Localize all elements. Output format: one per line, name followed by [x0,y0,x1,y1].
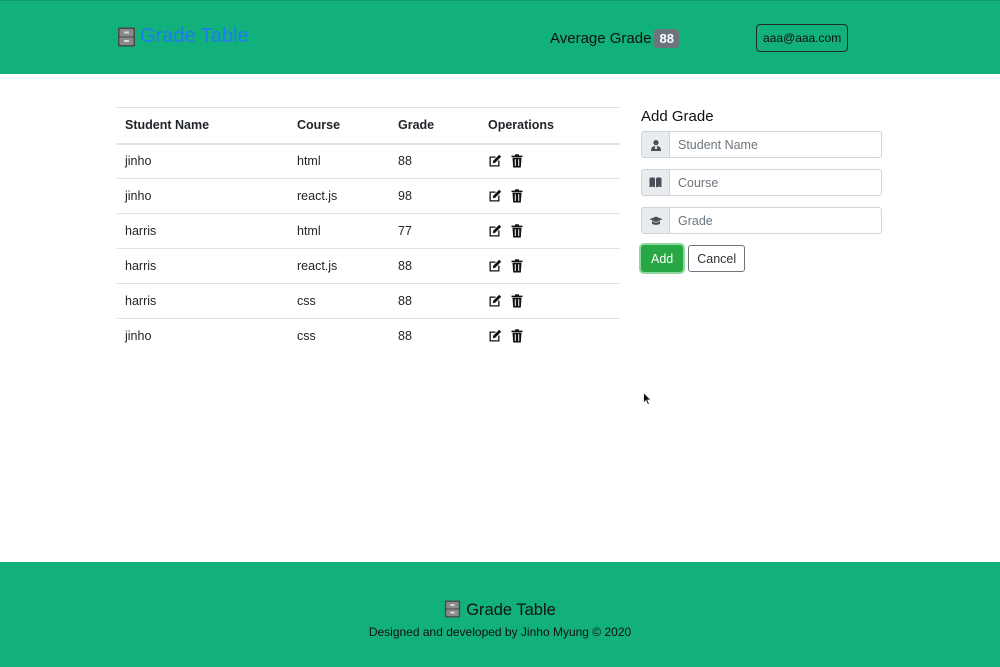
cell-course: html [297,154,321,169]
row-operations [488,329,620,343]
student-name-input[interactable] [669,131,882,158]
row-operations [488,189,620,203]
mouse-pointer-icon [643,392,652,406]
table-row: harris html 77 [117,214,620,249]
add-button[interactable]: Add [641,245,684,272]
trash-icon[interactable] [511,259,525,273]
edit-icon[interactable] [488,224,502,238]
cell-operations [480,249,620,284]
cell-operations [480,284,620,319]
form-actions: Add Cancel [641,245,882,272]
footer: Grade Table Designed and developed by Ji… [0,562,1000,667]
footer-title: Grade Table [466,600,556,619]
edit-icon[interactable] [488,294,502,308]
row-operations [488,294,620,308]
cell-grade: 98 [398,189,412,203]
table-row: jinho react.js 98 [117,179,620,214]
student-icon [641,131,669,158]
row-operations [488,259,620,273]
course-group [641,169,882,196]
brand[interactable]: Grade Table [117,25,249,48]
cancel-button[interactable]: Cancel [688,245,746,272]
cell-course: html [297,224,321,238]
average-grade: Average Grade 88 [550,29,679,48]
table-body: jinho html 88 jinho react.js 98 harris html 77 ha… [117,144,620,354]
edit-icon[interactable] [488,154,502,168]
footer-credit: Designed and developed by Jinho Myung © … [368,625,632,639]
top-navbar: Grade Table Average Grade 88 aaa@aaa.com [0,0,1000,74]
graduation-cap-icon [641,207,669,234]
average-grade-badge: 88 [654,29,679,48]
cell-student-name: harris [125,294,157,308]
trash-icon[interactable] [511,329,525,343]
cell-grade: 88 [398,154,412,169]
trash-icon[interactable] [511,189,525,203]
trash-icon[interactable] [511,154,525,168]
book-icon [641,169,669,196]
column-header-operations: Operations [488,118,554,133]
cell-grade: 88 [398,294,412,308]
column-header-student-name: Student Name [125,118,210,133]
cell-student-name: jinho [125,189,152,203]
student-name-group [641,131,882,158]
cell-course: react.js [297,259,338,273]
cell-course: react.js [297,189,338,203]
cell-operations [480,179,620,214]
row-operations [488,224,620,238]
cell-student-name: harris [125,259,157,273]
cell-operations [480,144,620,179]
grade-table: Student Name Course Grade Operations jin… [117,107,620,354]
file-cabinet-icon [444,600,463,620]
cell-operations [480,319,620,354]
cell-course: css [297,294,316,308]
cell-student-name: harris [125,224,157,238]
grade-table-container: Student Name Course Grade Operations jin… [117,107,620,354]
cell-grade: 77 [398,224,412,238]
cell-course: css [297,329,316,344]
file-cabinet-icon [117,27,136,47]
edit-icon[interactable] [488,259,502,273]
row-operations [488,154,620,168]
trash-icon[interactable] [511,224,525,238]
cell-student-name: jinho [125,154,152,169]
table-row: jinho html 88 [117,144,620,179]
course-input[interactable] [669,169,882,196]
form-title: Add Grade [641,108,714,125]
edit-icon[interactable] [488,329,502,343]
grade-input[interactable] [669,207,882,234]
table-row: harris css 88 [117,284,620,319]
edit-icon[interactable] [488,189,502,203]
cell-student-name: jinho [125,329,152,344]
table-row: jinho css 88 [117,319,620,354]
table-row: harris react.js 88 [117,249,620,284]
grade-group [641,207,882,234]
column-header-grade: Grade [398,118,435,133]
cell-grade: 88 [398,259,412,273]
table-header-row: Student Name Course Grade Operations [117,107,620,144]
average-grade-label: Average Grade [550,30,652,47]
brand-title[interactable]: Grade Table [140,25,249,48]
cell-grade: 88 [398,329,412,344]
trash-icon[interactable] [511,294,525,308]
footer-brand: Grade Table [0,600,1000,620]
column-header-course: Course [297,118,341,133]
cell-operations [480,214,620,249]
add-grade-form: Add Grade Add Can [641,108,882,272]
user-email-button[interactable]: aaa@aaa.com [756,24,849,52]
